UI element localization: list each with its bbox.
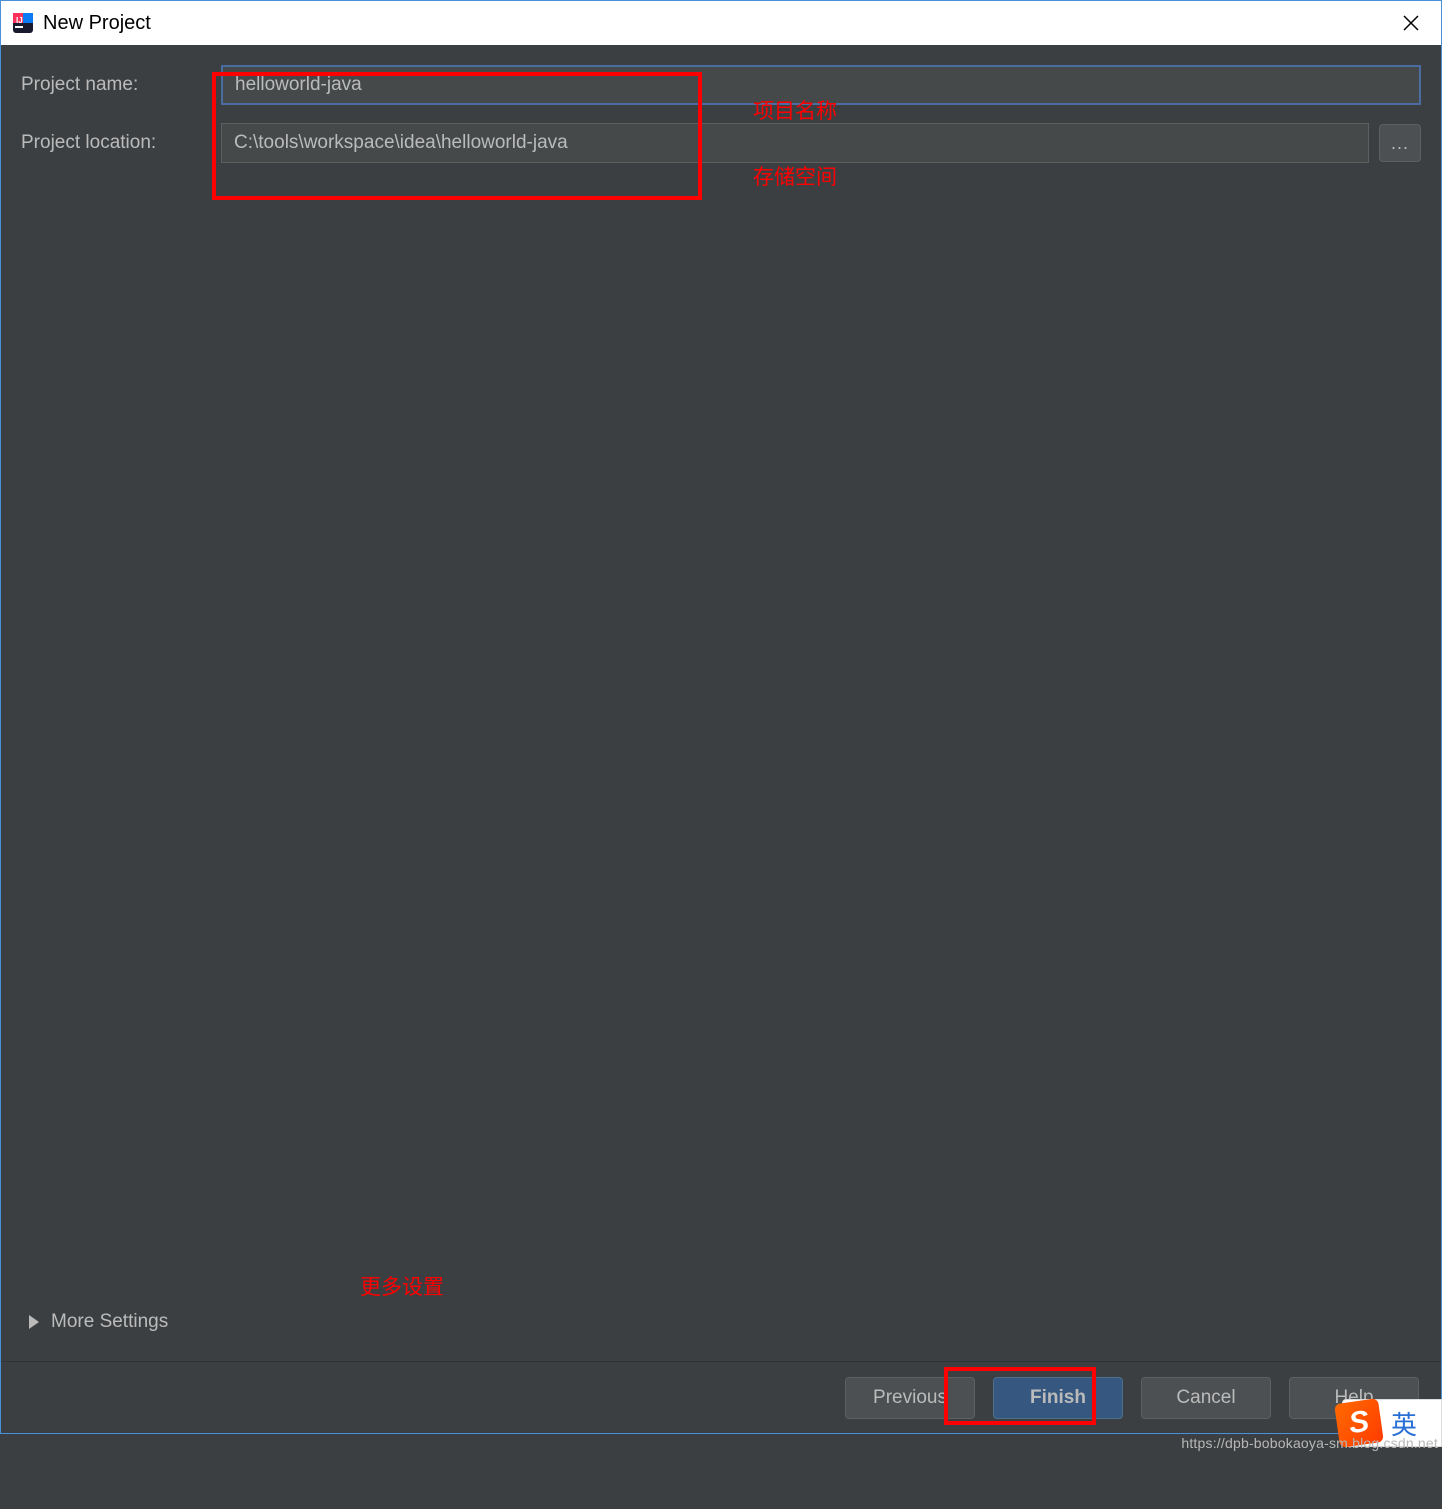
new-project-dialog: IJ New Project Project name: Project loc… <box>0 0 1442 1434</box>
project-name-input[interactable] <box>221 65 1421 105</box>
cancel-button[interactable]: Cancel <box>1141 1377 1271 1419</box>
titlebar-left: IJ New Project <box>11 11 151 35</box>
intellij-icon: IJ <box>11 11 35 35</box>
project-name-label: Project name: <box>21 74 211 96</box>
svg-text:IJ: IJ <box>16 16 23 25</box>
window-title: New Project <box>43 12 151 35</box>
close-button[interactable] <box>1391 3 1431 43</box>
browse-button[interactable]: ... <box>1379 124 1421 162</box>
titlebar: IJ New Project <box>1 1 1441 45</box>
more-settings-toggle[interactable]: More Settings <box>29 1311 168 1333</box>
project-location-input[interactable] <box>221 123 1369 163</box>
watermark-text: https://dpb-bobokaoya-sm.blog.csdn.net <box>1181 1435 1438 1451</box>
project-location-row: Project location: ... <box>21 123 1421 163</box>
project-name-row: Project name: <box>21 65 1421 105</box>
button-bar: Previous Finish Cancel Help <box>1 1361 1441 1433</box>
finish-button[interactable]: Finish <box>993 1377 1123 1419</box>
expand-icon <box>29 1315 39 1329</box>
project-location-label: Project location: <box>21 132 211 154</box>
dialog-content: Project name: Project location: ... More… <box>1 45 1441 1361</box>
previous-button[interactable]: Previous <box>845 1377 975 1419</box>
more-settings-label: More Settings <box>51 1311 168 1333</box>
close-icon <box>1403 15 1419 31</box>
